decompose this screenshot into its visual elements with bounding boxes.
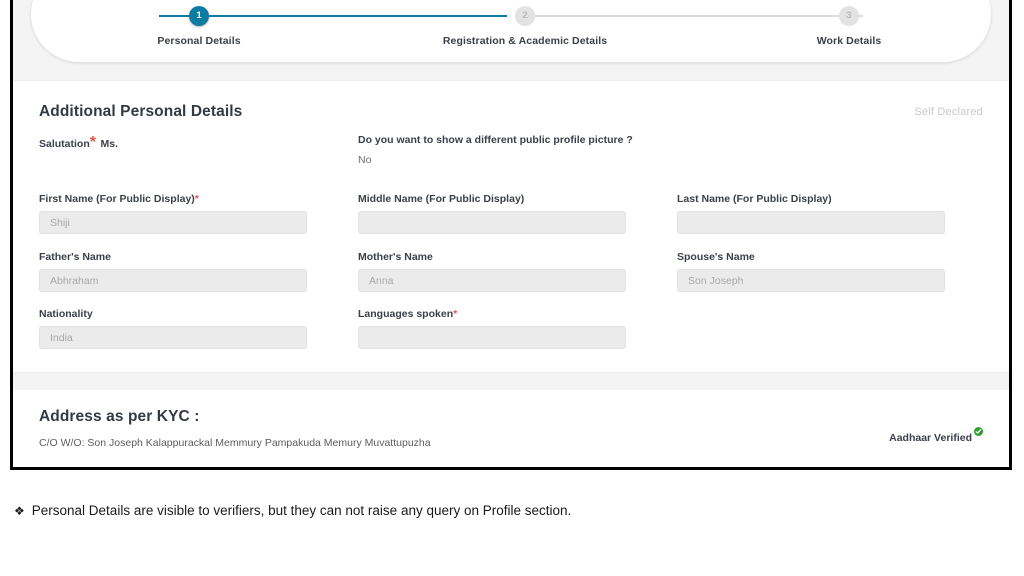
- languages-spoken-label-text: Languages spoken: [358, 308, 454, 320]
- stepper-card: 1 Personal Details 2 Registration & Acad…: [31, 0, 991, 62]
- nationality-input[interactable]: India: [39, 326, 307, 349]
- last-name-field-group: Last Name (For Public Display): [677, 193, 945, 234]
- last-name-label: Last Name (For Public Display): [677, 193, 945, 205]
- first-name-label-text: First Name (For Public Display): [39, 193, 195, 205]
- address-kyc-panel: Address as per KYC : C/O W/O: Son Joseph…: [13, 390, 1009, 467]
- languages-spoken-field-group: Languages spoken*: [358, 308, 626, 349]
- application-viewport: 1 Personal Details 2 Registration & Acad…: [13, 0, 1009, 467]
- salutation-required-asterisk: *: [89, 134, 96, 151]
- stepper-connector-1-2: [159, 15, 507, 17]
- fathers-name-label-text: Father's Name: [39, 251, 111, 263]
- footnote-text: Personal Details are visible to verifier…: [31, 503, 572, 518]
- first-name-field-group: First Name (For Public Display)* Shiji: [39, 193, 307, 234]
- stepper-step-1[interactable]: 1 Personal Details: [79, 6, 319, 47]
- stepper-step-1-label: Personal Details: [157, 35, 241, 47]
- salutation-label: Salutation: [39, 138, 90, 150]
- nationality-label-text: Nationality: [39, 308, 93, 320]
- stepper-step-2-number: 2: [515, 6, 535, 26]
- languages-spoken-required-asterisk: *: [453, 308, 458, 320]
- green-check-icon: [974, 427, 983, 436]
- aadhaar-verified-label: Aadhaar Verified: [889, 432, 972, 444]
- mothers-name-input[interactable]: Anna: [358, 269, 626, 292]
- stepper-step-1-number: 1: [189, 6, 209, 26]
- progress-stepper: 1 Personal Details 2 Registration & Acad…: [31, 0, 991, 62]
- last-name-input[interactable]: [677, 211, 945, 234]
- spouses-name-input[interactable]: Son Joseph: [677, 269, 945, 292]
- nationality-field-group: Nationality India: [39, 308, 307, 349]
- middle-name-label-text: Middle Name (For Public Display): [358, 193, 525, 205]
- nationality-label: Nationality: [39, 308, 307, 320]
- fathers-name-input[interactable]: Abhraham: [39, 269, 307, 292]
- fathers-name-field-group: Father's Name Abhraham: [39, 251, 307, 292]
- stepper-step-3-label: Work Details: [816, 35, 882, 47]
- screenshot-frame: 1 Personal Details 2 Registration & Acad…: [10, 0, 1012, 470]
- section-divider: [13, 372, 1009, 392]
- middle-name-input[interactable]: [358, 211, 626, 234]
- first-name-input[interactable]: Shiji: [39, 211, 307, 234]
- kyc-section-title: Address as per KYC :: [39, 408, 200, 425]
- mothers-name-label-text: Mother's Name: [358, 251, 433, 263]
- stepper-step-3[interactable]: 3 Work Details: [729, 6, 969, 47]
- spouses-name-label: Spouse's Name: [677, 251, 945, 263]
- stepper-step-2[interactable]: 2 Registration & Academic Details: [405, 6, 645, 47]
- additional-personal-details-panel: Additional Personal Details Self Declare…: [13, 80, 1009, 372]
- salutation-value: Ms.: [100, 138, 118, 150]
- middle-name-field-group: Middle Name (For Public Display): [358, 193, 626, 234]
- mothers-name-label: Mother's Name: [358, 251, 626, 263]
- salutation-row: Salutation* Ms.: [39, 134, 118, 152]
- public-profile-picture-answer: No: [358, 154, 372, 166]
- mothers-name-field-group: Mother's Name Anna: [358, 251, 626, 292]
- fathers-name-label: Father's Name: [39, 251, 307, 263]
- kyc-address-text: C/O W/O: Son Joseph Kalappurackal Memmur…: [39, 437, 431, 449]
- self-declared-badge: Self Declared: [914, 106, 983, 118]
- languages-spoken-label: Languages spoken*: [358, 308, 626, 320]
- middle-name-label: Middle Name (For Public Display): [358, 193, 626, 205]
- stepper-step-3-number: 3: [839, 6, 859, 26]
- diamond-bullet-icon: ❖: [14, 504, 25, 518]
- public-profile-picture-question-row: Do you want to show a different public p…: [358, 134, 633, 166]
- stepper-connector-2-3: [531, 15, 863, 17]
- spouses-name-label-text: Spouse's Name: [677, 251, 755, 263]
- footnote: ❖ Personal Details are visible to verifie…: [14, 503, 571, 518]
- languages-spoken-input[interactable]: [358, 326, 626, 349]
- aadhaar-verified-status: Aadhaar Verified: [889, 427, 983, 444]
- page-title: Additional Personal Details: [39, 103, 243, 120]
- stepper-step-2-label: Registration & Academic Details: [442, 35, 608, 47]
- last-name-label-text: Last Name (For Public Display): [677, 193, 832, 205]
- public-profile-picture-question-label: Do you want to show a different public p…: [358, 134, 633, 146]
- first-name-required-asterisk: *: [194, 193, 199, 205]
- first-name-label: First Name (For Public Display)*: [39, 193, 307, 205]
- spouses-name-field-group: Spouse's Name Son Joseph: [677, 251, 945, 292]
